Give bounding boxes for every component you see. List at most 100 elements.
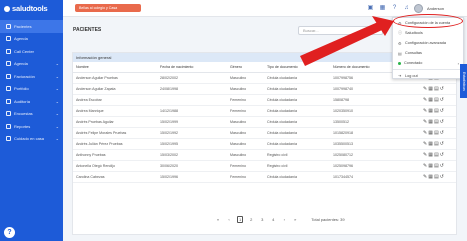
table-cell: Cédula ciudadanía <box>264 127 330 139</box>
table-row[interactable]: Andrés Julián Pérez Pruebas 15/02/1995 Mas… <box>73 138 456 150</box>
menu-item-advanced-settings[interactable]: ⚙ Configuración avanzada <box>393 38 463 48</box>
sidebar-item-portfolio[interactable]: Portfolio ⌄ <box>0 83 63 96</box>
folder-icon <box>6 86 11 92</box>
table-cell: Femenino <box>227 171 264 183</box>
chevron-down-icon: ⌄ <box>55 73 59 79</box>
last-page-button[interactable]: » <box>292 217 298 222</box>
table-row[interactable]: Anthonny Pruebas 15/03/2002 Masculino Regis… <box>73 149 456 161</box>
calendar-icon[interactable]: ▦ <box>379 5 386 12</box>
history-icon[interactable]: ↺ <box>440 163 445 169</box>
column-header[interactable]: Género <box>227 62 264 73</box>
table-body: Anderson Aguilar Pruebas 28/02/2002 Mascul… <box>73 72 456 183</box>
report-icon <box>6 123 11 129</box>
sidebar-item-reportes[interactable]: Reportes ⌄ <box>0 120 63 133</box>
help-icon[interactable]: ? <box>391 5 398 12</box>
menu-item-label: Configuración avanzada <box>405 41 446 45</box>
history-icon[interactable]: ↺ <box>440 152 445 158</box>
chevron-down-icon: ⌄ <box>55 123 59 129</box>
sidebar-item-agenda[interactable]: Agenda <box>0 33 63 46</box>
sidebar-item-label: Pacientes <box>14 23 32 29</box>
table-cell: 14/12/1988 <box>157 105 227 117</box>
table-cell: Masculino <box>227 138 264 150</box>
user-name[interactable]: Anderson <box>427 6 444 11</box>
next-page-button[interactable]: › <box>281 217 287 222</box>
table-cell: 15/02/1992 <box>157 127 227 139</box>
avatar[interactable] <box>414 4 423 13</box>
search-icon: ⌕ <box>376 28 379 34</box>
row-actions: ✎▦▤↺ <box>420 116 456 128</box>
table-row[interactable]: Anderson Aguilar Zapata 24/08/1998 Masculi… <box>73 83 456 95</box>
table-row[interactable]: Carolina Cabezas 15/02/1996 Femenino Cédula… <box>73 171 456 183</box>
table-cell: 28/02/2002 <box>157 72 227 84</box>
prev-page-button[interactable]: ‹ <box>226 217 232 222</box>
table-cell: Andrea Escobar <box>73 94 157 106</box>
table-cell: Femenino <box>227 94 264 106</box>
menu-item-label: Consultas <box>405 51 422 55</box>
sidebar-item-auditoria[interactable]: Auditoría ⌄ <box>0 95 63 108</box>
table-row[interactable]: Andrea Escobar Femenino Cédula ciudadanía 1… <box>73 94 456 106</box>
total-patients: Total pacientes: 39 <box>311 217 345 222</box>
row-actions: ✎▦▤↺ <box>420 160 456 172</box>
sidebar-item-call-center[interactable]: Call Center <box>0 45 63 58</box>
page-button[interactable]: 1 <box>237 216 244 223</box>
search-input[interactable]: Buscar... ⌕ <box>298 26 383 35</box>
first-page-button[interactable]: « <box>215 217 221 222</box>
chevron-down-icon: ⌄ <box>55 111 59 117</box>
row-actions: ✎▦▤↺ <box>420 149 456 161</box>
column-header[interactable]: Fecha de nacimiento <box>157 62 227 73</box>
history-icon[interactable]: ↺ <box>440 108 445 114</box>
bell-icon[interactable]: ♫ <box>403 5 410 12</box>
table-row[interactable]: Antonella Otegó Rendijo 30/06/2020 Femenin… <box>73 160 456 172</box>
history-icon[interactable]: ↺ <box>440 119 445 125</box>
sidebar-item-agenda-group[interactable]: Agenda ⌄ <box>0 58 63 71</box>
history-icon[interactable]: ↺ <box>440 97 445 103</box>
table-cell: 1025098796 <box>330 160 420 172</box>
history-icon[interactable]: ↺ <box>440 86 445 92</box>
column-header[interactable]: Tipo de documento <box>264 62 330 73</box>
help-button[interactable]: ? <box>4 227 15 238</box>
video-icon[interactable]: ▣ <box>367 5 374 12</box>
sidebar-item-facturacion[interactable]: Facturación ⌄ <box>0 70 63 83</box>
row-actions: ✎▦▤↺ <box>420 127 456 139</box>
table-cell: 1017344574 <box>330 171 420 183</box>
page-button[interactable]: 3 <box>259 217 265 222</box>
organization-selector[interactable]: Bellas al colegio y Casa <box>75 4 141 12</box>
table-cell: Masculino <box>227 83 264 95</box>
sidebar-item-label: Agenda <box>14 36 28 42</box>
side-tab-stats[interactable]: Estadísticas <box>460 64 467 98</box>
page-button[interactable]: 4 <box>270 217 276 222</box>
row-actions: ✎▦▤↺ <box>420 171 456 183</box>
menu-item-consultas[interactable]: ▤ Consultas <box>393 48 463 58</box>
sidebar-item-cuidado-en-casa[interactable]: Cuidado en casa ⌄ <box>0 133 63 146</box>
table-cell: Antonella Otegó Rendijo <box>73 160 157 172</box>
menu-item-status[interactable]: Conectado › <box>393 58 463 68</box>
table-cell: 1015820918 <box>330 127 420 139</box>
history-icon[interactable]: ↺ <box>440 141 445 147</box>
table-cell: Masculino <box>227 72 264 84</box>
sidebar-item-label: Cuidado en casa <box>14 136 45 142</box>
page-button[interactable]: 2 <box>248 217 254 222</box>
table-cell: Femenino <box>227 105 264 117</box>
sidebar-item-label: Encuestas <box>14 111 33 117</box>
history-icon[interactable]: ↺ <box>440 174 445 180</box>
table-cell: Cédula ciudadanía <box>264 94 330 106</box>
menu-item-logout[interactable]: ⇥ Log out <box>393 71 463 81</box>
sidebar-item-encuestas[interactable]: Encuestas ⌄ <box>0 108 63 121</box>
history-icon[interactable]: ↺ <box>440 130 445 136</box>
brand-logo[interactable]: saludtools <box>0 0 63 17</box>
table-row[interactable]: Andrés Pruebas Aguilar 15/02/1999 Masculin… <box>73 116 456 128</box>
menu-item-saludtools[interactable]: ⓘ Saludtools <box>393 28 463 38</box>
chevron-right-icon: › <box>457 60 459 66</box>
table-row[interactable]: Andrés Felipe Morales Pruebas 15/02/1992 M… <box>73 127 456 139</box>
status-dot-icon <box>398 61 401 65</box>
table-row[interactable]: Andrea Manrique 14/12/1988 Femenino Cédula … <box>73 105 456 117</box>
logout-icon: ⇥ <box>398 73 402 78</box>
column-header[interactable]: Nombre <box>73 62 157 73</box>
table-cell: 1007998740 <box>330 83 420 95</box>
menu-divider <box>393 69 463 70</box>
page-title: PACIENTES <box>73 27 102 33</box>
table-cell: Cédula ciudadanía <box>264 171 330 183</box>
calendar-icon <box>6 36 11 42</box>
sidebar-item-pacientes[interactable]: Pacientes <box>0 20 63 33</box>
phone-icon <box>6 48 11 54</box>
